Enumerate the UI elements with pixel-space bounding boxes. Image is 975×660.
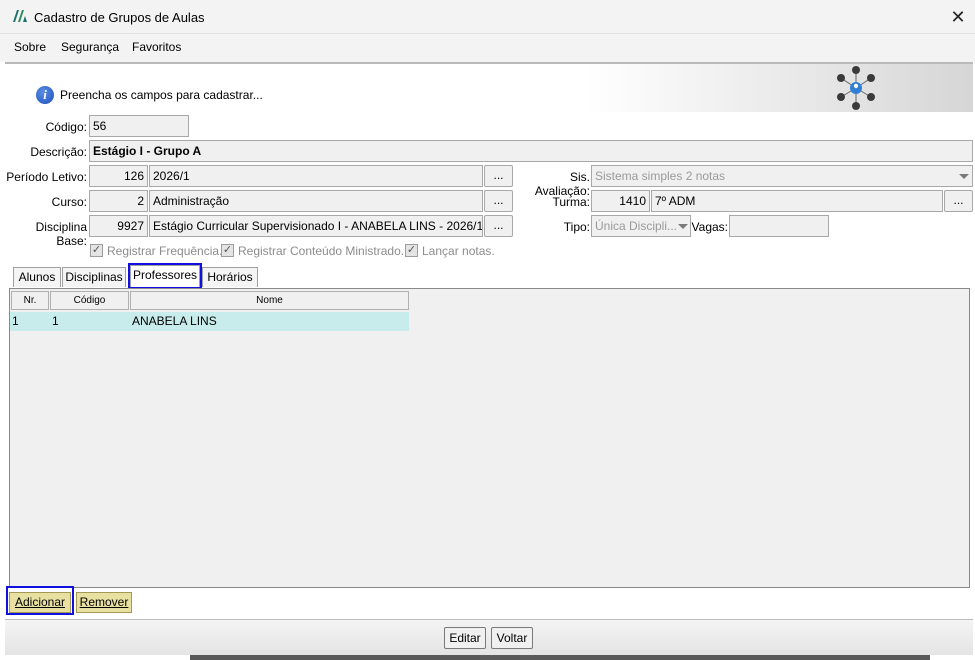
descricao-field[interactable]: Estágio I - Grupo A (89, 140, 973, 162)
turma-code-field[interactable]: 1410 (591, 190, 650, 212)
curso-code-field[interactable]: 2 (89, 190, 148, 212)
disciplina-base-code-field[interactable]: 9927 (89, 215, 148, 237)
column-header-nome[interactable]: Nome (130, 291, 409, 310)
turma-label: Turma: (552, 195, 590, 209)
turma-name-field: 7º ADM (651, 190, 943, 212)
chevron-down-icon (678, 224, 688, 229)
footer-bar (5, 619, 973, 655)
periodo-lookup-button[interactable]: ... (484, 165, 513, 187)
professores-grid[interactable] (9, 288, 970, 588)
sis-avaliacao-label: Sis. Avaliação: (534, 170, 590, 198)
disciplina-base-lookup-button[interactable]: ... (484, 215, 513, 237)
tab-alunos[interactable]: Alunos (13, 267, 61, 287)
table-row-cell-codigo[interactable]: 1 (50, 312, 130, 331)
group-network-icon (837, 66, 875, 110)
chevron-down-icon (959, 174, 969, 179)
info-icon: i (36, 86, 54, 104)
turma-lookup-button[interactable]: ... (944, 190, 973, 212)
app-logo-icon (13, 10, 27, 22)
menu-item-favoritos[interactable]: Favoritos (132, 40, 181, 54)
codigo-field[interactable]: 56 (89, 115, 189, 137)
table-row-cell-nome[interactable]: ANABELA LINS (130, 312, 409, 331)
tipo-select[interactable]: Única Discipli... (591, 215, 691, 237)
background-window-strip (190, 655, 930, 660)
professores-tab-highlight (128, 263, 202, 289)
column-header-codigo[interactable]: Código (50, 291, 129, 310)
periodo-name-field: 2026/1 (149, 165, 483, 187)
add-button-highlight (6, 586, 74, 615)
header-panel (5, 62, 973, 112)
periodo-code-field[interactable]: 126 (89, 165, 148, 187)
tab-horarios[interactable]: Horários (202, 267, 258, 287)
disciplina-base-name-field: Estágio Curricular Supervisionado I - AN… (149, 215, 483, 237)
remove-button[interactable]: Remover (76, 592, 132, 613)
codigo-label: Código: (45, 120, 87, 134)
sis-avaliacao-select[interactable]: Sistema simples 2 notas (591, 165, 973, 187)
tipo-label: Tipo: (563, 220, 590, 234)
vagas-field[interactable] (729, 215, 829, 237)
tab-disciplinas[interactable]: Disciplinas (62, 267, 126, 287)
curso-label: Curso: (51, 195, 87, 209)
window-title: Cadastro de Grupos de Aulas (34, 10, 205, 25)
column-header-nr[interactable]: Nr. (11, 291, 49, 310)
curso-name-field: Administração (149, 190, 483, 212)
registrar-conteudo-checkbox[interactable]: ✓ (221, 244, 234, 257)
disciplina-base-label: Disciplina Base: (35, 220, 87, 248)
registrar-frequencia-checkbox[interactable]: ✓ (90, 244, 103, 257)
registrar-frequencia-label: Registrar Frequência. (107, 244, 223, 258)
lancar-notas-label: Lançar notas. (422, 244, 495, 258)
lancar-notas-checkbox[interactable]: ✓ (405, 244, 418, 257)
periodo-label: Período Letivo: (6, 170, 87, 184)
table-row-cell-nr[interactable]: 1 (10, 312, 50, 331)
close-button[interactable]: ✕ (946, 5, 970, 29)
curso-lookup-button[interactable]: ... (484, 190, 513, 212)
menu-item-seguranca[interactable]: Segurança (61, 40, 119, 54)
back-button[interactable]: Voltar (491, 627, 533, 649)
menu-item-sobre[interactable]: Sobre (14, 40, 46, 54)
descricao-label: Descrição: (30, 145, 87, 159)
edit-button[interactable]: Editar (444, 627, 486, 649)
vagas-label: Vagas: (691, 220, 728, 234)
registrar-conteudo-label: Registrar Conteúdo Ministrado. (238, 244, 405, 258)
info-message: Preencha os campos para cadastrar... (60, 88, 263, 102)
